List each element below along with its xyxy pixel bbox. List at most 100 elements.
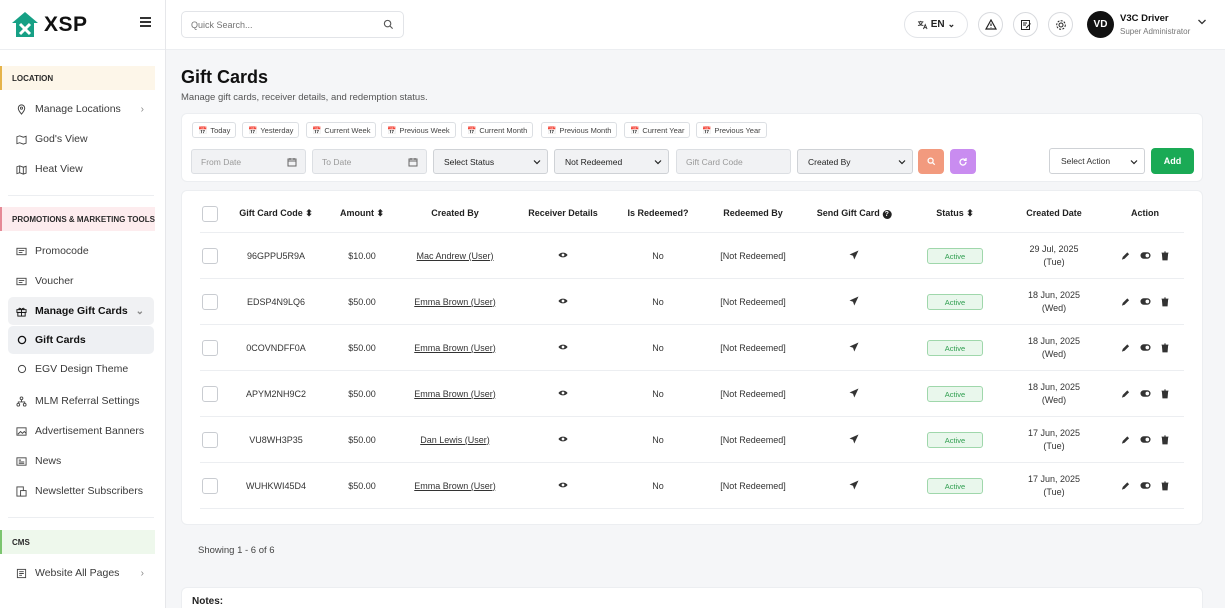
eye-icon [558, 298, 568, 303]
sidebar-item-manage-gift-cards[interactable]: Manage Gift Cards ⌄ [8, 297, 154, 325]
sidebar-item-news[interactable]: News [8, 447, 154, 475]
status-select[interactable]: Select Status [433, 149, 548, 174]
row-checkbox[interactable] [202, 340, 218, 356]
toggle-icon[interactable] [1140, 344, 1151, 352]
search-input[interactable] [191, 19, 371, 30]
send-gift-card-button[interactable] [849, 434, 859, 446]
send-gift-card-button[interactable] [849, 342, 859, 354]
trash-icon[interactable] [1161, 389, 1169, 398]
row-checkbox[interactable] [202, 478, 218, 494]
sidebar-item-manage-locations[interactable]: Manage Locations › [8, 95, 154, 123]
sidebar-item-egv-design-theme[interactable]: EGV Design Theme [8, 355, 154, 383]
created-by-link[interactable]: Emma Brown (User) [414, 343, 496, 353]
avatar[interactable]: VD [1087, 11, 1114, 38]
filter-current-year[interactable]: 📅 Current Year [624, 122, 691, 138]
edit-icon[interactable] [1121, 297, 1130, 306]
amount: $50.00 [348, 434, 376, 445]
trash-icon[interactable] [1161, 297, 1169, 306]
col-status[interactable]: Status ⬍ [936, 208, 974, 219]
toggle-icon[interactable] [1140, 252, 1151, 260]
sidebar-item-advertisement-banners[interactable]: Advertisement Banners [8, 417, 154, 445]
view-receiver-button[interactable] [558, 251, 569, 261]
redeemed-select[interactable]: Not Redeemed [554, 149, 669, 174]
select-all-checkbox[interactable] [202, 206, 218, 222]
send-gift-card-button[interactable] [849, 480, 859, 492]
status-badge[interactable]: Active [927, 293, 983, 310]
view-receiver-button[interactable] [558, 297, 569, 307]
chevron-down-icon [654, 160, 662, 165]
toggle-icon[interactable] [1140, 298, 1151, 306]
filter-previous-year[interactable]: 📅 Previous Year [696, 122, 767, 138]
row-checkbox[interactable] [202, 294, 218, 310]
created-by-link[interactable]: Dan Lewis (User) [420, 435, 490, 445]
row-checkbox[interactable] [202, 432, 218, 448]
filter-previous-month[interactable]: 📅 Previous Month [541, 122, 618, 138]
sidebar-item-website-all-pages[interactable]: Website All Pages › [8, 559, 154, 587]
toggle-icon[interactable] [1140, 390, 1151, 398]
action-select[interactable]: Select Action [1049, 148, 1145, 174]
created-by-link[interactable]: Emma Brown (User) [414, 389, 496, 399]
trash-icon[interactable] [1161, 435, 1169, 444]
view-receiver-button[interactable] [558, 389, 569, 399]
sidebar-item-promocode[interactable]: Promocode [8, 237, 154, 265]
from-date-input[interactable]: From Date [191, 149, 306, 174]
sidebar-item-gods-view[interactable]: God's View [8, 125, 154, 153]
filter-yesterday[interactable]: 📅 Yesterday [242, 122, 300, 138]
sidebar-item-newsletter-subscribers[interactable]: Newsletter Subscribers [8, 477, 154, 505]
filter-current-week[interactable]: 📅 Current Week [306, 122, 377, 138]
user-name[interactable]: V3C Driver [1120, 13, 1169, 24]
reset-button[interactable] [950, 149, 976, 174]
sidebar-item-mlm-referral-settings[interactable]: MLM Referral Settings [8, 387, 154, 415]
toggle-icon[interactable] [1140, 482, 1151, 490]
calendar-icon [287, 158, 297, 167]
created-by-link[interactable]: Emma Brown (User) [414, 297, 496, 307]
settings-button[interactable] [1048, 12, 1073, 37]
trash-icon[interactable] [1161, 481, 1169, 490]
edit-icon[interactable] [1121, 343, 1130, 352]
notes-button[interactable] [1013, 12, 1038, 37]
edit-icon[interactable] [1121, 389, 1130, 398]
status-badge[interactable]: Active [927, 477, 983, 494]
created-by-link[interactable]: Mac Andrew (User) [416, 251, 493, 261]
trash-icon[interactable] [1161, 251, 1169, 260]
user-role: Super Administrator [1120, 27, 1191, 36]
view-receiver-button[interactable] [558, 343, 569, 353]
sidebar-item-voucher[interactable]: Voucher [8, 267, 154, 295]
edit-icon[interactable] [1121, 251, 1130, 260]
gift-card-code-input[interactable]: Gift Card Code [676, 149, 791, 174]
created-by-link[interactable]: Emma Brown (User) [414, 481, 496, 491]
toggle-icon[interactable] [1140, 436, 1151, 444]
view-receiver-button[interactable] [558, 435, 569, 445]
search-box[interactable] [181, 11, 404, 38]
row-checkbox[interactable] [202, 248, 218, 264]
add-button[interactable]: Add [1151, 148, 1194, 174]
status-badge[interactable]: Active [927, 385, 983, 402]
trash-icon[interactable] [1161, 343, 1169, 352]
send-gift-card-button[interactable] [849, 296, 859, 308]
hamburger-icon[interactable] [140, 17, 151, 27]
col-amount[interactable]: Amount ⬍ [340, 208, 384, 219]
edit-icon[interactable] [1121, 481, 1130, 490]
search-icon[interactable] [383, 19, 394, 30]
col-gift-card-code[interactable]: Gift Card Code ⬍ [239, 208, 313, 219]
view-receiver-button[interactable] [558, 481, 569, 491]
status-badge[interactable]: Active [927, 431, 983, 448]
send-gift-card-button[interactable] [849, 388, 859, 400]
to-date-input[interactable]: To Date [312, 149, 427, 174]
sidebar-item-heat-view[interactable]: Heat View [8, 155, 154, 183]
language-selector[interactable]: EN ⌄ [904, 11, 968, 38]
status-badge[interactable]: Active [927, 247, 983, 264]
search-button[interactable] [918, 149, 944, 174]
filter-current-month[interactable]: 📅 Current Month [461, 122, 534, 138]
status-badge[interactable]: Active [927, 339, 983, 356]
filter-today[interactable]: 📅 Today [192, 122, 237, 138]
row-checkbox[interactable] [202, 386, 218, 402]
alert-button[interactable] [978, 12, 1003, 37]
chevron-down-icon[interactable] [1197, 18, 1207, 26]
help-icon[interactable]: ? [882, 210, 892, 219]
created-by-select[interactable]: Created By [797, 149, 913, 174]
filter-previous-week[interactable]: 📅 Previous Week [381, 122, 456, 138]
edit-icon[interactable] [1121, 435, 1130, 444]
sidebar-item-gift-cards[interactable]: Gift Cards [8, 326, 154, 354]
send-gift-card-button[interactable] [849, 250, 859, 262]
